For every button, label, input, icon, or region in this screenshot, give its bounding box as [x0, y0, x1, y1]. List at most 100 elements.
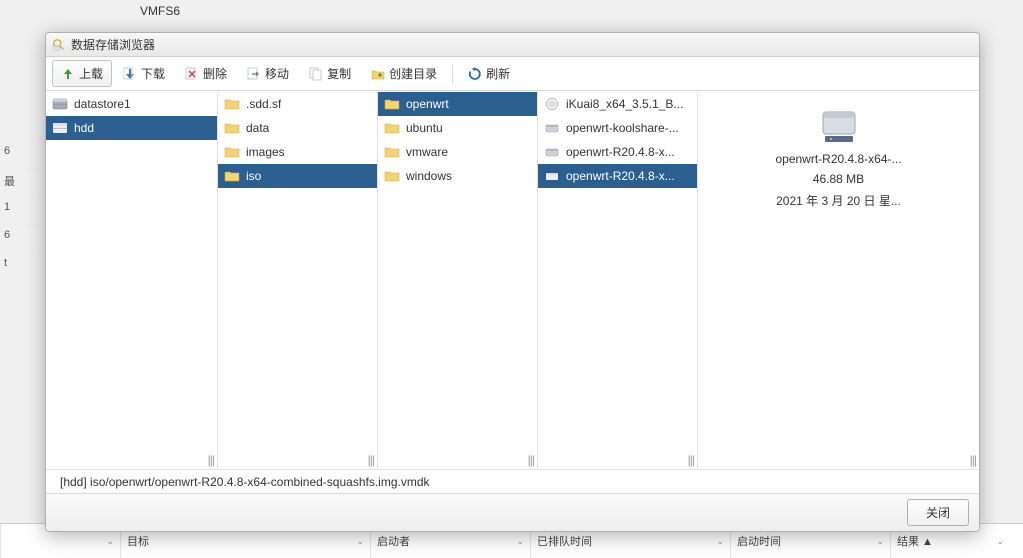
- column-resize-handle[interactable]: |||: [368, 453, 374, 467]
- folder-icon: [384, 120, 400, 136]
- copy-icon: [309, 67, 323, 81]
- list-item[interactable]: .sdd.sf: [218, 92, 377, 116]
- column-resize-handle[interactable]: |||: [528, 453, 534, 467]
- folder-icon: [224, 96, 240, 112]
- list-item[interactable]: openwrt-R20.4.8-x...: [538, 164, 697, 188]
- upload-icon: [61, 67, 75, 81]
- dialog-footer: 关闭: [46, 493, 979, 531]
- move-icon: [247, 67, 261, 81]
- folder-icon: [384, 96, 400, 112]
- chevron-down-icon: ⌄: [876, 536, 884, 547]
- create-directory-button[interactable]: 创建目录: [362, 60, 446, 87]
- folder-icon: [224, 168, 240, 184]
- download-button[interactable]: 下载: [114, 60, 174, 87]
- status-bar: [hdd] iso/openwrt/openwrt-R20.4.8-x64-co…: [46, 469, 979, 493]
- folder-icon: [384, 144, 400, 160]
- upload-button[interactable]: 上载: [52, 60, 112, 87]
- copy-label: 复制: [327, 65, 351, 82]
- item-label: ubuntu: [406, 121, 443, 135]
- item-label: openwrt-R20.4.8-x...: [566, 169, 675, 183]
- datastore-browser-dialog: 数据存储浏览器 上载 下载 删除 移动 复制 创建目录 刷新: [45, 32, 980, 532]
- download-icon: [123, 67, 137, 81]
- download-label: 下载: [141, 65, 165, 82]
- list-item[interactable]: images: [218, 140, 377, 164]
- list-item[interactable]: data: [218, 116, 377, 140]
- list-item[interactable]: ubuntu: [378, 116, 537, 140]
- delete-label: 删除: [203, 65, 227, 82]
- upload-label: 上载: [79, 65, 103, 82]
- list-item[interactable]: iKuai8_x64_3.5.1_B...: [538, 92, 697, 116]
- item-label: datastore1: [74, 97, 131, 111]
- item-label: images: [246, 145, 285, 159]
- background-row: 6: [0, 140, 50, 161]
- browser-column: openwrt ubuntu vmware windows |||: [378, 92, 538, 469]
- item-label: openwrt-koolshare-...: [566, 121, 679, 135]
- move-button[interactable]: 移动: [238, 60, 298, 87]
- folder-plus-icon: [371, 67, 385, 81]
- folder-icon: [224, 120, 240, 136]
- column-resize-handle[interactable]: |||: [208, 453, 214, 467]
- copy-button[interactable]: 复制: [300, 60, 360, 87]
- chevron-down-icon: ⌄: [516, 536, 524, 547]
- preview-filename: openwrt-R20.4.8-x64-...: [775, 152, 901, 166]
- folder-icon: [384, 168, 400, 184]
- disk-icon: [544, 144, 560, 160]
- col-label: 已排队时间: [537, 533, 592, 549]
- background-row: 最: [0, 168, 50, 193]
- disk-icon: [544, 168, 560, 184]
- dialog-title: 数据存储浏览器: [71, 36, 155, 53]
- item-label: .sdd.sf: [246, 97, 281, 111]
- item-label: vmware: [406, 145, 448, 159]
- item-label: data: [246, 121, 269, 135]
- chevron-down-icon: ⌄: [996, 536, 1004, 547]
- chevron-down-icon: ⌄: [716, 536, 724, 547]
- column-resize-handle[interactable]: |||: [970, 453, 976, 467]
- item-label: iso: [246, 169, 261, 183]
- item-label: hdd: [74, 121, 94, 135]
- delete-icon: [185, 67, 199, 81]
- folder-icon: [224, 144, 240, 160]
- hard-drive-icon: [815, 106, 863, 146]
- background-row: 6: [0, 224, 50, 245]
- dialog-titlebar[interactable]: 数据存储浏览器: [46, 33, 979, 57]
- search-datastore-icon: [52, 38, 66, 52]
- disc-icon: [544, 96, 560, 112]
- item-label: openwrt: [406, 97, 449, 111]
- datastore-icon: [52, 120, 68, 136]
- move-label: 移动: [265, 65, 289, 82]
- column-browser: datastore1hdd|||.sdd.sfdataimagesiso|||o…: [46, 91, 979, 469]
- list-item[interactable]: openwrt-koolshare-...: [538, 116, 697, 140]
- chevron-down-icon: ⌄: [356, 536, 364, 547]
- col-label: 启动时间: [737, 533, 781, 549]
- preview-pane: openwrt-R20.4.8-x64-...46.88 MB2021 年 3 …: [698, 92, 979, 469]
- status-path: [hdd] iso/openwrt/openwrt-R20.4.8-x64-co…: [60, 475, 430, 489]
- item-label: iKuai8_x64_3.5.1_B...: [566, 97, 683, 111]
- col-label: 目标: [127, 533, 149, 549]
- item-label: windows: [406, 169, 452, 183]
- refresh-button[interactable]: 刷新: [459, 60, 519, 87]
- mkdir-label: 创建目录: [389, 65, 437, 82]
- list-item[interactable]: datastore1: [46, 92, 217, 116]
- list-item[interactable]: openwrt-R20.4.8-x...: [538, 140, 697, 164]
- toolbar-separator: [452, 64, 453, 84]
- list-item[interactable]: hdd: [46, 116, 217, 140]
- close-button[interactable]: 关闭: [907, 499, 969, 526]
- list-item[interactable]: vmware: [378, 140, 537, 164]
- col-label: 启动者: [377, 533, 410, 549]
- list-item[interactable]: openwrt: [378, 92, 537, 116]
- background-row: t: [0, 252, 50, 273]
- chevron-down-icon: ⌄: [106, 536, 114, 547]
- browser-column: .sdd.sf data images iso |||: [218, 92, 378, 469]
- browser-column: iKuai8_x64_3.5.1_B... openwrt-koolshare-.…: [538, 92, 698, 469]
- column-resize-handle[interactable]: |||: [688, 453, 694, 467]
- bg-text: VMFS6: [140, 4, 180, 18]
- preview-date: 2021 年 3 月 20 日 星...: [776, 192, 901, 209]
- disk-icon: [544, 120, 560, 136]
- browser-column: datastore1 hdd |||: [46, 92, 218, 469]
- background-header: VMFS6: [0, 0, 1023, 30]
- list-item[interactable]: windows: [378, 164, 537, 188]
- refresh-icon: [468, 67, 482, 81]
- delete-button[interactable]: 删除: [176, 60, 236, 87]
- item-label: openwrt-R20.4.8-x...: [566, 145, 675, 159]
- list-item[interactable]: iso: [218, 164, 377, 188]
